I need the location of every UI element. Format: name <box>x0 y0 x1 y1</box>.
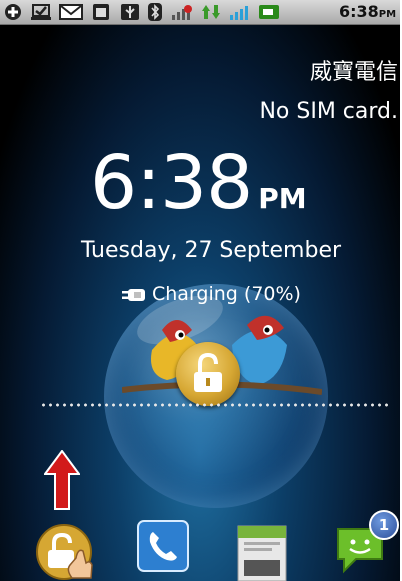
unlock-dock-icon[interactable] <box>36 518 98 581</box>
sim-status: No SIM card. <box>259 99 398 124</box>
status-bar: 6:38PM <box>0 0 400 25</box>
charging-plug-icon <box>122 288 145 301</box>
signal-icon <box>230 6 248 20</box>
battery-charging-icon <box>259 5 279 19</box>
no-sim-signal-icon <box>172 5 192 20</box>
lock-date: Tuesday, 27 September <box>80 238 342 263</box>
gmail-icon <box>59 4 83 20</box>
bluetooth-icon <box>148 3 162 21</box>
clock-time: 6:38 <box>90 140 253 226</box>
lock-clock: 6:38 PM <box>90 140 307 226</box>
clock-ampm: PM <box>258 182 307 215</box>
lock-screen: 6:38PM 威寶電信 No SIM card. 6:38 PM Tuesday,… <box>0 0 400 581</box>
charging-label: Charging (70%) <box>152 283 301 305</box>
android-debug-icon <box>93 4 109 20</box>
status-time: 6:38PM <box>339 2 397 21</box>
charging-status: Charging (70%) <box>122 283 301 305</box>
unlock-track <box>40 403 390 407</box>
unlock-icon <box>194 352 222 392</box>
carrier-label: 威寶電信 <box>309 60 398 85</box>
up-arrow-icon <box>44 450 80 510</box>
messaging-badge: 1 <box>369 510 399 540</box>
download-done-icon <box>31 4 51 20</box>
phone-icon[interactable] <box>137 520 189 572</box>
android-market-icon[interactable] <box>236 520 288 581</box>
add-icon <box>5 4 21 20</box>
data-transfer-icon <box>202 5 220 19</box>
usb-icon <box>121 4 139 20</box>
unlock-handle[interactable] <box>176 342 240 406</box>
